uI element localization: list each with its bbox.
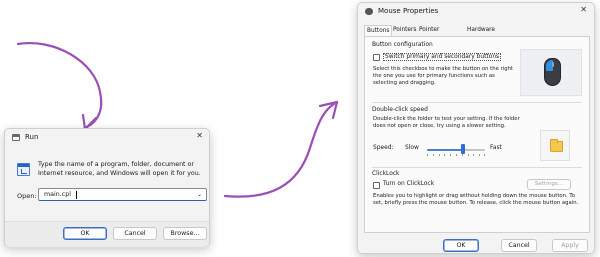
buttons-tab-panel: Button configuration Switch primary and … — [364, 36, 590, 233]
slider-tick — [484, 154, 486, 156]
slider-tick — [432, 154, 434, 156]
slider-tick — [450, 154, 452, 156]
clicklock-description: Enables you to highlight or drag without… — [373, 193, 579, 206]
run-app-icon — [17, 163, 30, 176]
divider — [372, 167, 582, 168]
mouse-apply-button[interactable]: Apply — [552, 239, 588, 252]
speed-slider-fill — [427, 149, 463, 151]
slider-tick — [479, 154, 481, 156]
mouse-icon — [365, 8, 373, 15]
slider-tick — [467, 154, 469, 156]
run-dialog: Run ✕ Type the name of a program, folder… — [4, 128, 210, 247]
folder-icon[interactable] — [550, 139, 563, 152]
slider-tick — [438, 154, 440, 156]
clicklock-title: ClickLock — [372, 171, 400, 177]
mouse-image-icon — [520, 49, 582, 96]
arrow-to-mouse — [223, 102, 336, 198]
run-titlebar: Run ✕ — [5, 129, 209, 146]
slider-tick — [427, 154, 428, 156]
slider-tick — [444, 154, 446, 156]
arrow-to-run-head — [81, 113, 98, 131]
mouse-wheel — [552, 62, 554, 67]
open-label: Open: — [17, 192, 37, 200]
run-description: Type the name of a program, folder, docu… — [38, 161, 201, 177]
button-config-description: Select this checkbox to make the button … — [373, 66, 514, 86]
speed-slider-thumb[interactable] — [460, 144, 465, 154]
arrow-to-mouse-head — [318, 100, 339, 120]
text-caret — [76, 191, 77, 199]
open-field-value: main.cpl — [44, 191, 71, 198]
arrow-to-run — [16, 41, 103, 130]
clicklock-checkbox[interactable] — [373, 182, 380, 189]
switch-buttons-checkbox[interactable] — [373, 54, 380, 61]
run-cancel-button[interactable]: Cancel — [113, 227, 157, 240]
run-browse-button[interactable]: Browse... — [163, 227, 207, 240]
mouse-cancel-button[interactable]: Cancel — [501, 239, 537, 252]
mouse-titlebar: Mouse Properties ✕ — [358, 3, 594, 20]
speed-label: Speed: — [373, 145, 394, 151]
mouse-body — [544, 58, 561, 86]
switch-buttons-label[interactable]: Switch primary and secondary buttons — [383, 53, 502, 61]
button-config-title: Button configuration — [372, 42, 433, 48]
clicklock-settings-button[interactable]: Settings... — [527, 179, 571, 190]
mouse-ok-button[interactable]: OK — [443, 239, 479, 252]
tab-hardware[interactable]: Hardware — [465, 25, 497, 35]
close-icon[interactable]: ✕ — [196, 131, 203, 140]
chevron-down-icon[interactable]: ⌄ — [197, 191, 202, 198]
speed-slider-track[interactable] — [427, 149, 485, 151]
slow-label: Slow — [405, 145, 419, 151]
slider-tick — [473, 154, 475, 156]
double-click-description: Double-click the folder to test your set… — [373, 116, 520, 129]
clicklock-label[interactable]: Turn on ClickLock — [383, 181, 434, 187]
divider — [372, 102, 582, 103]
mouse-title: Mouse Properties — [378, 7, 439, 15]
double-click-title: Double-click speed — [372, 107, 428, 113]
open-field[interactable]: main.cpl ⌄ — [38, 188, 207, 201]
run-title-icon — [12, 134, 20, 141]
fast-label: Fast — [490, 145, 502, 151]
test-folder-area[interactable] — [540, 130, 570, 161]
slider-tick — [456, 154, 457, 156]
mouse-properties-dialog: Mouse Properties ✕ Buttons Pointers Poin… — [357, 2, 595, 254]
run-ok-button[interactable]: OK — [63, 227, 107, 240]
tab-pointers[interactable]: Pointers — [391, 25, 418, 35]
run-title: Run — [25, 133, 39, 141]
close-icon[interactable]: ✕ — [580, 5, 587, 14]
speed-slider-ticks — [427, 154, 486, 157]
slider-tick — [461, 154, 463, 156]
